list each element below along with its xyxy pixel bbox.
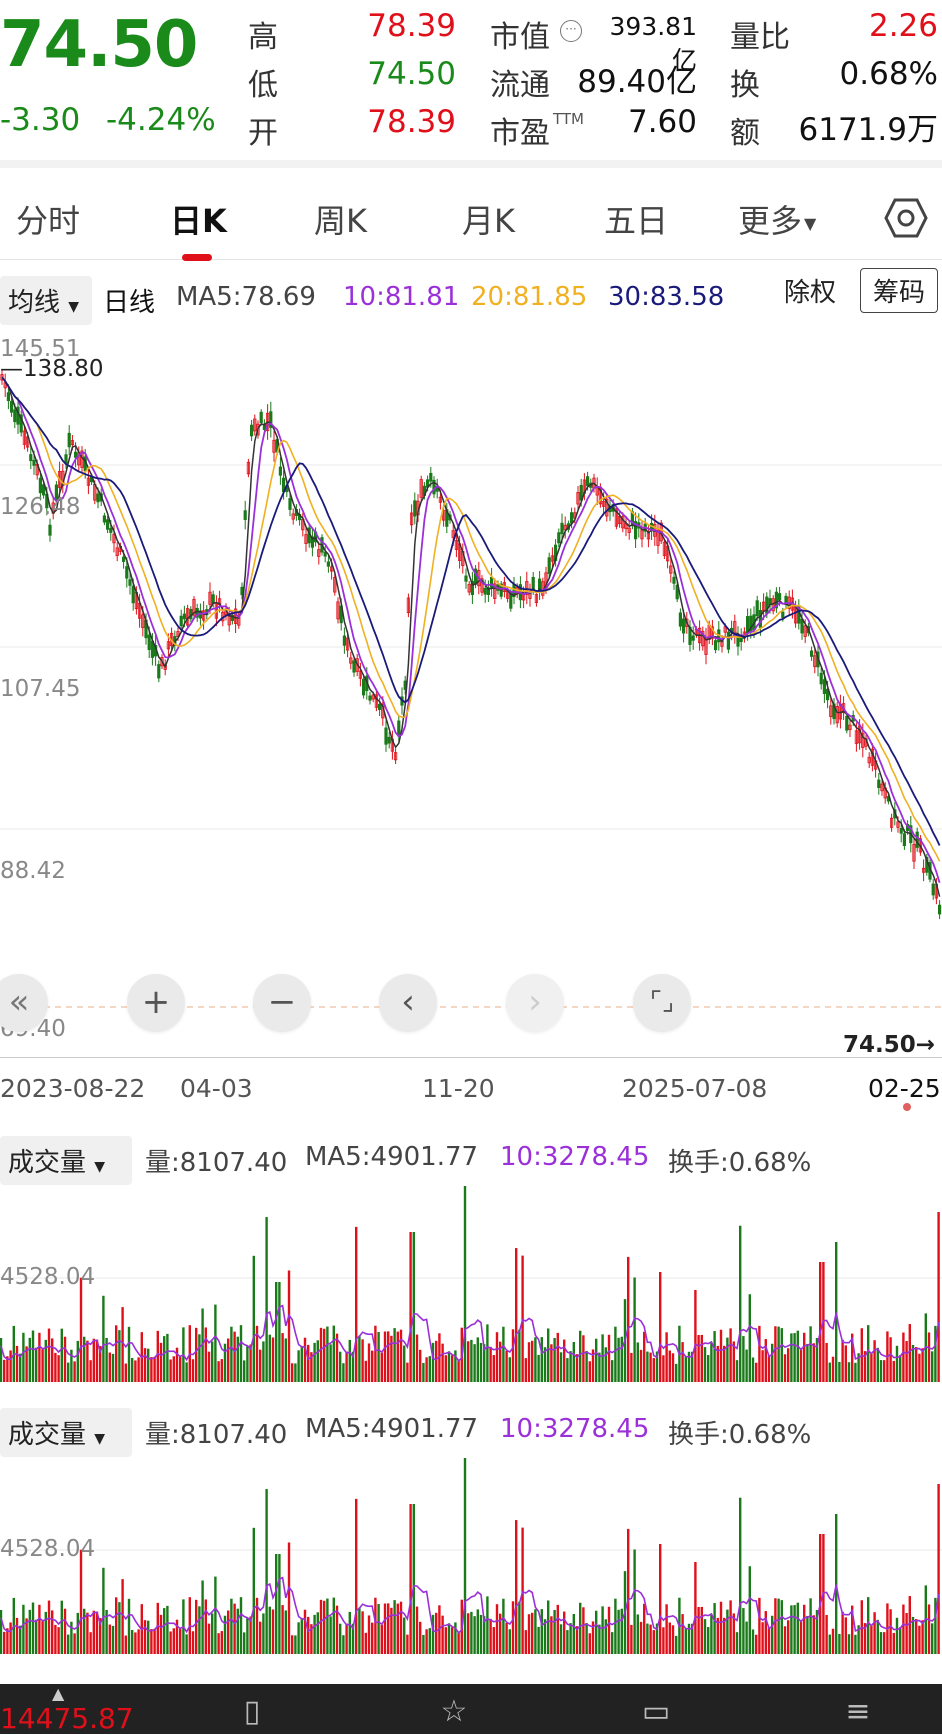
ma30-value: 30:83.58 xyxy=(608,282,725,312)
document-icon[interactable]: ▯ xyxy=(232,1694,272,1734)
volume-ma10: 10:3278.45 xyxy=(500,1414,650,1444)
float-label: 流通 xyxy=(490,68,550,103)
turnover-rate: 换手:0.68% xyxy=(668,1420,812,1450)
ma-lines xyxy=(1,376,941,897)
float-value: 89.40亿 xyxy=(577,64,697,100)
turnover-rate: 换手:0.68% xyxy=(668,1148,812,1178)
next-icon[interactable]: › xyxy=(506,974,564,1032)
mktcap-label: 市值 xyxy=(490,20,550,55)
tab-more[interactable]: 更多 ▼ xyxy=(738,196,816,242)
price-change: -3.30 xyxy=(0,102,81,138)
divider xyxy=(0,160,942,168)
open-label: 开 xyxy=(248,116,278,151)
price-axis-label: 126.48 xyxy=(0,494,81,520)
high-value: 78.39 xyxy=(367,8,456,44)
tab-more-label: 更多 xyxy=(738,202,803,240)
message-icon[interactable]: ▭ xyxy=(636,1694,676,1734)
tab-five-day[interactable]: 五日 xyxy=(604,196,668,242)
active-tab-indicator xyxy=(182,254,212,261)
price-axis-label: 107.45 xyxy=(0,676,81,702)
turnover-label: 换 xyxy=(730,68,760,103)
high-price-marker-value: 138.80 xyxy=(23,356,104,382)
volume-value: 量:8107.40 xyxy=(145,1148,288,1178)
volume-select[interactable]: 成交量 ▼ xyxy=(0,1136,132,1185)
dropdown-caret-icon: ▼ xyxy=(68,299,80,315)
dropdown-caret-icon: ▼ xyxy=(804,213,817,233)
settings-hex-icon[interactable] xyxy=(884,196,928,240)
pe-label: 市盈 xyxy=(490,116,550,151)
volume-ma10: 10:3278.45 xyxy=(500,1142,650,1172)
tab-intraday[interactable]: 分时 xyxy=(16,196,80,242)
volume-axis-label: 4528.04 xyxy=(0,1536,96,1562)
low-label: 低 xyxy=(248,68,278,103)
zoom-out-icon[interactable]: − xyxy=(253,974,311,1032)
chip-button[interactable]: 筹码 xyxy=(860,268,939,313)
ma-indicator-bar: 均线 ▼ 日线 MA5:78.69 10:81.81 20:81.85 30:8… xyxy=(0,262,942,332)
last-price-marker: 74.50→ xyxy=(843,1032,936,1058)
volume-select-label: 成交量 xyxy=(8,1420,87,1450)
volume-select[interactable]: 成交量 ▼ xyxy=(0,1408,132,1457)
chart-tabs: 分时 日K 周K 月K 五日 更多 ▼ xyxy=(0,168,942,260)
indicator-select[interactable]: 均线 ▼ xyxy=(0,276,92,325)
high-label: 高 xyxy=(248,20,278,55)
price-change-pct: -4.24% xyxy=(106,102,216,138)
fullscreen-icon[interactable]: ⌜⌟ xyxy=(633,974,691,1032)
tab-daily-k[interactable]: 日K xyxy=(170,196,227,242)
current-date-dot xyxy=(903,1103,911,1111)
low-value: 74.50 xyxy=(367,56,456,92)
current-price: 74.50 xyxy=(0,8,198,82)
volume-ma5: MA5:4901.77 xyxy=(305,1142,479,1172)
ma5-value: MA5:78.69 xyxy=(176,282,316,312)
period-label: 日线 xyxy=(103,288,156,318)
tab-monthly-k[interactable]: 月K xyxy=(462,196,515,242)
date-label: 04-03 xyxy=(180,1074,253,1103)
date-label: 2023-08-22 xyxy=(0,1074,146,1103)
volume-header: 成交量 ▼ 量:8107.40 MA5:4901.77 10:3278.45 换… xyxy=(0,1130,942,1186)
volume-ma5: MA5:4901.77 xyxy=(305,1414,479,1444)
volratio-label: 量比 xyxy=(730,20,790,55)
amount-label: 额 xyxy=(730,116,760,151)
pe-ttm-suffix: TTM xyxy=(553,110,585,128)
zoom-in-icon[interactable]: + xyxy=(127,974,185,1032)
fuquan-button[interactable]: 除权 xyxy=(784,272,836,309)
volume-select-label: 成交量 xyxy=(8,1148,87,1178)
turnover-value: 0.68% xyxy=(839,56,938,92)
volume-axis-label: 4528.04 xyxy=(0,1264,96,1290)
info-icon[interactable]: ··· xyxy=(560,20,582,42)
index-value[interactable]: 14475.87 xyxy=(0,1702,134,1735)
volume-chart[interactable] xyxy=(0,1186,942,1382)
dropdown-caret-icon: ▼ xyxy=(94,1159,106,1175)
candles xyxy=(0,369,942,920)
date-label: 11-20 xyxy=(422,1074,495,1103)
volume-header: 成交量 ▼ 量:8107.40 MA5:4901.77 10:3278.45 换… xyxy=(0,1402,942,1458)
prev-icon[interactable]: ‹ xyxy=(379,974,437,1032)
up-arrow-icon: ▲ xyxy=(52,1684,65,1703)
dropdown-caret-icon: ▼ xyxy=(94,1431,106,1447)
price-grid xyxy=(0,464,942,1008)
date-axis-line xyxy=(0,1057,942,1058)
date-label: 02-25 xyxy=(868,1074,941,1103)
ma20-value: 20:81.85 xyxy=(471,282,588,312)
amount-value: 6171.9万 xyxy=(798,112,938,148)
indicator-select-label: 均线 xyxy=(8,288,61,318)
price-axis-label: 88.42 xyxy=(0,858,66,884)
quote-header: 74.50 -3.30 -4.24% 高 78.39 低 74.50 开 78.… xyxy=(0,0,942,160)
volratio-value: 2.26 xyxy=(868,8,938,44)
favorite-star-icon[interactable]: ☆ xyxy=(434,1694,474,1734)
date-label: 2025-07-08 xyxy=(622,1074,768,1103)
volume-chart[interactable] xyxy=(0,1458,942,1654)
high-price-marker: —138.80 xyxy=(0,356,104,382)
menu-icon[interactable]: ≡ xyxy=(838,1694,878,1734)
tab-weekly-k[interactable]: 周K xyxy=(314,196,367,242)
volume-value: 量:8107.40 xyxy=(145,1420,288,1450)
open-value: 78.39 xyxy=(367,104,456,140)
candlestick-chart[interactable] xyxy=(0,332,942,1057)
ma10-value: 10:81.81 xyxy=(343,282,460,312)
bottom-nav: ▲ 14475.87 ▯ ☆ ▭ ≡ xyxy=(0,1684,942,1735)
pe-value: 7.60 xyxy=(627,104,697,140)
